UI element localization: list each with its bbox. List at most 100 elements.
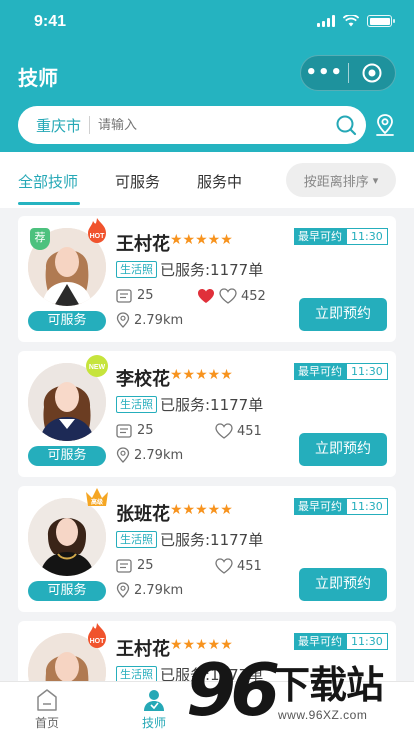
heart-filled-icon xyxy=(198,289,214,303)
technician-name: 张班花 xyxy=(116,504,170,525)
book-now-button[interactable]: 立即预约 xyxy=(299,568,387,601)
availability-status: 可服务 xyxy=(28,446,106,466)
watermark-url: www.96XZ.com xyxy=(278,708,368,722)
technician-icon xyxy=(144,690,164,711)
technician-card[interactable]: NEW 可服务 李校花 ★★★★★ 生活照 已服务:1177单 25 451 2… xyxy=(18,351,396,477)
page-title: 技师 xyxy=(18,66,58,90)
earliest-label: 最早可约 xyxy=(294,363,346,380)
svg-text:NEW: NEW xyxy=(89,364,106,371)
header: 9:41 技师 ••• 重庆市 xyxy=(0,0,414,152)
site-watermark: 96 下载站 www.96XZ.com xyxy=(186,648,414,736)
comments-stat: 25 xyxy=(116,423,174,438)
comment-count: 25 xyxy=(137,288,154,303)
likes-stat[interactable]: 452 xyxy=(197,288,266,304)
search-divider xyxy=(89,116,91,134)
earliest-available: 最早可约 11:30 xyxy=(294,228,388,245)
comment-icon xyxy=(116,558,132,573)
status-bar: 9:41 xyxy=(0,0,414,44)
hot-badge-icon: HOT xyxy=(88,623,106,648)
watermark-logo: 96 xyxy=(186,648,280,732)
tab-all-technicians[interactable]: 全部技师 xyxy=(18,171,78,192)
earliest-time: 11:30 xyxy=(346,363,388,380)
like-count: 451 xyxy=(237,558,262,574)
likes-stat[interactable]: 451 xyxy=(215,423,262,439)
earliest-available: 最早可约 11:30 xyxy=(294,363,388,380)
earliest-label: 最早可约 xyxy=(294,228,346,245)
like-count: 452 xyxy=(241,288,266,304)
like-count: 451 xyxy=(237,423,262,439)
tabbar-technician-label: 技师 xyxy=(141,716,166,730)
likes-stat[interactable]: 451 xyxy=(215,558,262,574)
location-button[interactable] xyxy=(373,113,397,141)
system-icons xyxy=(317,15,395,27)
search-bar: 重庆市 xyxy=(18,106,366,144)
distance: 2.79km xyxy=(116,447,183,463)
comment-count: 25 xyxy=(137,558,154,573)
heart-outline-icon xyxy=(219,288,237,304)
distance: 2.79km xyxy=(116,312,183,328)
earliest-time: 11:30 xyxy=(346,228,388,245)
technician-card[interactable]: 荐 HOT 可服务 王村花 ★★★★★ 生活照 已服务:1177单 25 452… xyxy=(18,216,396,342)
battery-icon xyxy=(367,15,395,27)
served-count: 已服务:1177单 xyxy=(160,531,264,549)
book-now-button[interactable]: 立即预约 xyxy=(299,298,387,331)
technician-name: 王村花 xyxy=(116,234,170,255)
tabbar-home[interactable]: 首页 xyxy=(17,688,77,731)
earliest-label: 最早可约 xyxy=(294,498,346,515)
life-photo-tag[interactable]: 生活照 xyxy=(116,261,157,278)
more-menu-icon[interactable]: ••• xyxy=(301,55,348,91)
technician-name: 李校花 xyxy=(116,369,170,390)
active-tab-indicator xyxy=(18,202,80,205)
chevron-down-icon: ▾ xyxy=(372,173,379,187)
location-icon xyxy=(116,582,130,598)
technician-card[interactable]: 高级 可服务 张班花 ★★★★★ 生活照 已服务:1177单 25 451 2.… xyxy=(18,486,396,612)
comment-icon xyxy=(116,423,132,438)
life-photo-tag[interactable]: 生活照 xyxy=(116,666,157,681)
tab-available[interactable]: 可服务 xyxy=(115,171,160,192)
technician-avatar xyxy=(28,498,106,576)
availability-status: 可服务 xyxy=(28,311,106,331)
earliest-time: 11:30 xyxy=(346,498,388,515)
distance-value: 2.79km xyxy=(134,447,184,463)
hot-badge-icon: HOT xyxy=(88,218,106,243)
filter-tabs: 全部技师 可服务 服务中 按距离排序 ▾ xyxy=(0,152,414,208)
rating-stars: ★★★★★ xyxy=(170,232,233,248)
tabbar-home-label: 首页 xyxy=(34,716,59,730)
comment-count: 25 xyxy=(137,423,154,438)
city-selector[interactable]: 重庆市 xyxy=(36,115,81,136)
search-input[interactable] xyxy=(98,117,335,133)
book-now-button[interactable]: 立即预约 xyxy=(299,433,387,466)
rating-stars: ★★★★★ xyxy=(170,367,233,383)
technician-name: 王村花 xyxy=(116,639,170,660)
rating-stars: ★★★★★ xyxy=(170,502,233,518)
served-count: 已服务:1177单 xyxy=(160,396,264,414)
mini-program-capsule: ••• xyxy=(300,55,396,91)
life-photo-tag[interactable]: 生活照 xyxy=(116,531,157,548)
premium-badge-icon: 高级 xyxy=(86,488,108,506)
tab-in-service[interactable]: 服务中 xyxy=(197,171,242,192)
new-badge-icon: NEW xyxy=(86,355,108,377)
served-count: 已服务:1177单 xyxy=(160,261,264,279)
recommended-badge: 荐 xyxy=(30,228,50,250)
distance-value: 2.79km xyxy=(134,312,184,328)
comments-stat: 25 xyxy=(116,558,174,573)
tabbar-technician[interactable]: 技师 xyxy=(124,688,184,731)
svg-text:高级: 高级 xyxy=(91,498,103,506)
distance-value: 2.79km xyxy=(134,582,184,598)
wifi-icon xyxy=(343,15,359,27)
home-icon xyxy=(37,689,57,711)
status-time: 9:41 xyxy=(34,13,67,30)
distance: 2.79km xyxy=(116,582,183,598)
sort-dropdown[interactable]: 按距离排序 ▾ xyxy=(286,163,396,197)
heart-outline-icon xyxy=(215,423,233,439)
watermark-title: 下载站 xyxy=(272,663,384,707)
svg-text:HOT: HOT xyxy=(90,233,106,240)
location-icon xyxy=(116,447,130,463)
signal-icon xyxy=(317,15,335,27)
comment-icon xyxy=(116,288,132,303)
search-icon[interactable] xyxy=(335,114,357,136)
earliest-available: 最早可约 11:30 xyxy=(294,498,388,515)
close-miniprogram-button[interactable] xyxy=(349,62,396,84)
comments-stat: 25 xyxy=(116,288,174,303)
life-photo-tag[interactable]: 生活照 xyxy=(116,396,157,413)
